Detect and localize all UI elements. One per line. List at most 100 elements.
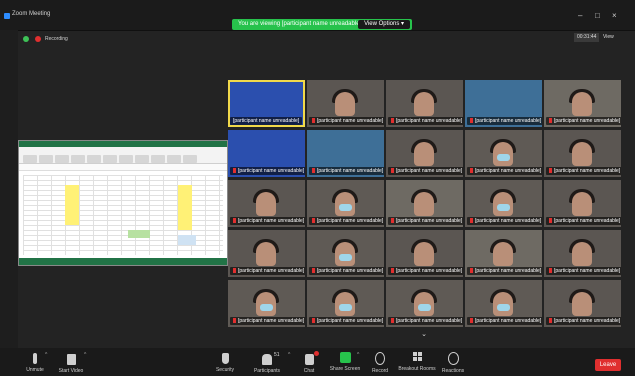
participant-name-text: [participant name unreadable] <box>554 268 621 274</box>
left-margin <box>0 30 18 348</box>
chevron-up-icon[interactable]: ^ <box>84 352 86 358</box>
shield-icon <box>221 353 229 364</box>
participant-tile[interactable]: [participant name unreadable] <box>544 180 621 227</box>
participant-tile[interactable]: [participant name unreadable] <box>544 280 621 327</box>
spreadsheet-ribbon <box>19 141 227 164</box>
microphone-muted-icon <box>470 168 473 173</box>
recording-label: Recording <box>45 36 68 42</box>
ribbon-tab-bar <box>19 141 227 147</box>
participant-tile[interactable]: [participant name unreadable] <box>228 280 305 327</box>
participant-name-text: [participant name unreadable] <box>317 268 384 274</box>
maximize-button[interactable]: □ <box>595 11 600 20</box>
notification-badge <box>313 351 319 356</box>
participant-tile[interactable]: [participant name unreadable] <box>228 180 305 227</box>
participant-tile[interactable]: [participant name unreadable] <box>307 230 384 277</box>
formula-bar <box>19 164 227 171</box>
participant-tile[interactable]: [participant name unreadable] <box>465 80 542 127</box>
participant-tile[interactable]: [participant name unreadable] <box>228 230 305 277</box>
microphone-muted-icon <box>549 218 552 223</box>
participant-video <box>572 292 592 316</box>
participant-tile[interactable]: [participant name unreadable] <box>465 180 542 227</box>
participant-name: [participant name unreadable] <box>546 117 621 125</box>
view-options-button[interactable]: View Options ▾ <box>358 20 410 29</box>
participant-name: [participant name unreadable] <box>230 117 303 125</box>
participant-name: [participant name unreadable] <box>467 167 542 175</box>
participant-tile[interactable]: [participant name unreadable] <box>386 280 463 327</box>
participant-tile[interactable]: [participant name unreadable] <box>465 230 542 277</box>
reactions-button[interactable]: Reactions <box>428 351 478 374</box>
breakout-rooms-icon <box>412 352 422 363</box>
meeting-timer: 00:31:44 <box>574 33 600 42</box>
microphone-muted-icon <box>470 268 473 273</box>
record-icon <box>375 352 385 365</box>
participant-name-text: [participant name unreadable] <box>475 318 542 324</box>
participant-name: [participant name unreadable] <box>309 317 384 325</box>
chevron-down-icon[interactable]: ⌄ <box>417 330 431 340</box>
participant-tile[interactable]: [participant name unreadable] <box>386 130 463 177</box>
participant-name-text: [participant name unreadable] <box>317 218 384 224</box>
participant-name-text: [participant name unreadable] <box>554 218 621 224</box>
participant-name: [participant name unreadable] <box>467 217 542 225</box>
participant-name: [participant name unreadable] <box>467 267 542 275</box>
title-bar: Zoom Meeting You are viewing [participan… <box>0 0 635 31</box>
participant-name-text: [participant name unreadable] <box>238 168 305 174</box>
reactions-label: Reactions <box>441 368 465 374</box>
participant-name: [participant name unreadable] <box>309 117 384 125</box>
microphone-muted-icon <box>233 268 236 273</box>
face-mask <box>260 304 273 311</box>
participant-video <box>493 242 513 266</box>
participant-tile[interactable]: [participant name unreadable] <box>307 130 384 177</box>
reactions-icon <box>447 352 459 365</box>
highlighted-cell <box>128 230 150 238</box>
participant-name-text: [participant name unreadable] <box>396 118 463 124</box>
participant-tile[interactable]: [participant name unreadable] <box>544 230 621 277</box>
participant-name: [participant name unreadable] <box>546 317 621 325</box>
shield-icon[interactable] <box>23 36 29 42</box>
participant-name: [participant name unreadable] <box>467 317 542 325</box>
participant-tile[interactable]: [participant name unreadable] <box>544 80 621 127</box>
participant-name: [participant name unreadable] <box>230 267 305 275</box>
microphone-muted-icon <box>470 318 473 323</box>
participant-tile[interactable]: [participant name unreadable] <box>307 80 384 127</box>
microphone-muted-icon <box>33 353 37 364</box>
microphone-muted-icon <box>391 318 394 323</box>
participant-tile[interactable]: [participant name unreadable] <box>307 280 384 327</box>
face-mask <box>497 204 510 211</box>
participant-name: [participant name unreadable] <box>546 217 621 225</box>
face-mask <box>339 304 352 311</box>
participant-video <box>572 142 592 166</box>
participant-tile[interactable]: [participant name unreadable] <box>228 80 305 127</box>
leave-button[interactable]: Leave <box>595 359 621 371</box>
participant-name-text: [participant name unreadable] <box>554 318 621 324</box>
view-button[interactable]: View <box>603 34 614 40</box>
start-video-button[interactable]: Start Video <box>46 351 96 374</box>
participant-tile[interactable]: [participant name unreadable] <box>307 180 384 227</box>
microphone-muted-icon <box>233 318 236 323</box>
participant-tile[interactable]: [participant name unreadable] <box>465 280 542 327</box>
face-mask <box>339 204 352 211</box>
participant-name-text: [participant name unreadable] <box>238 318 305 324</box>
participant-tile[interactable]: [participant name unreadable] <box>386 80 463 127</box>
microphone-muted-icon <box>391 168 394 173</box>
participant-tile[interactable]: [participant name unreadable] <box>386 230 463 277</box>
close-button[interactable]: × <box>612 11 617 20</box>
minimize-button[interactable]: – <box>578 11 582 20</box>
participant-name: [participant name unreadable] <box>388 117 463 125</box>
participant-tile[interactable]: [participant name unreadable] <box>386 180 463 227</box>
participant-name-text: [participant name unreadable] <box>475 218 542 224</box>
participant-name-text: [participant name unreadable] <box>317 318 384 324</box>
window-title: Zoom Meeting <box>12 11 51 17</box>
shared-screen[interactable] <box>18 140 228 266</box>
participant-tile[interactable]: [participant name unreadable] <box>544 130 621 177</box>
participant-tile[interactable]: [participant name unreadable] <box>465 130 542 177</box>
microphone-muted-icon <box>549 168 552 173</box>
participant-video <box>572 242 592 266</box>
participant-name: [participant name unreadable] <box>388 267 463 275</box>
participant-video <box>414 142 434 166</box>
camera-icon <box>66 354 76 365</box>
recording-icon <box>35 36 41 42</box>
microphone-muted-icon <box>549 118 552 123</box>
face-mask <box>339 254 352 261</box>
participant-video <box>572 92 592 116</box>
participant-tile[interactable]: [participant name unreadable] <box>228 130 305 177</box>
